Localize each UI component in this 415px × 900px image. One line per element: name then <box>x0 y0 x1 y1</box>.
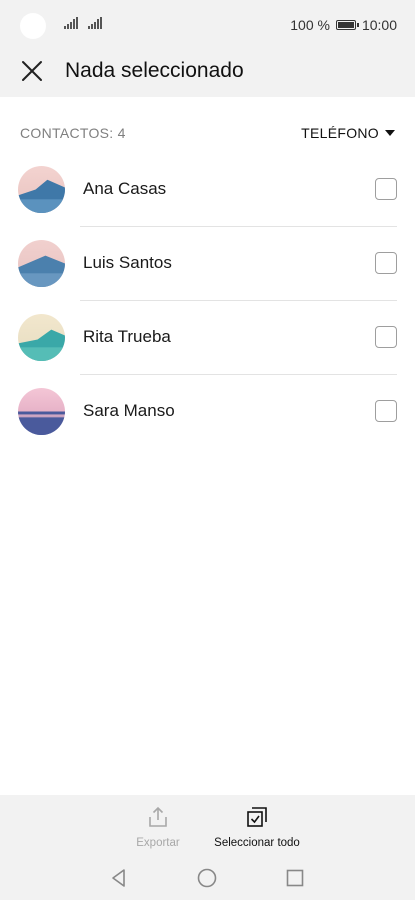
select-all-button[interactable]: Seleccionar todo <box>207 805 307 849</box>
contact-name: Sara Manso <box>83 401 175 420</box>
dropdown-arrow-icon <box>385 130 395 136</box>
battery-icon <box>335 20 359 30</box>
avatar <box>18 314 65 361</box>
avatar <box>18 240 65 287</box>
contact-name: Luis Santos <box>83 253 172 272</box>
filter-label: TELÉFONO <box>301 125 379 141</box>
back-triangle-icon[interactable] <box>108 867 130 889</box>
close-icon[interactable] <box>20 59 44 83</box>
home-circle-icon[interactable] <box>196 867 218 889</box>
avatar <box>18 388 65 435</box>
export-label: Exportar <box>136 837 180 849</box>
contact-row[interactable]: Sara Manso <box>0 375 415 449</box>
battery-percentage: 100 % <box>290 17 330 33</box>
contact-row[interactable]: Luis Santos <box>0 227 415 301</box>
status-notification-dot <box>20 13 46 39</box>
status-bar: 100 % 10:00 <box>0 0 415 50</box>
page-title: Nada seleccionado <box>65 59 244 82</box>
signal-icon-2 <box>88 17 102 29</box>
select-all-label: Seleccionar todo <box>214 837 300 849</box>
contact-name: Ana Casas <box>83 179 167 198</box>
contact-row[interactable]: Rita Trueba <box>0 301 415 375</box>
signal-icon <box>64 17 78 29</box>
bottom-bar: Exportar Seleccionar todo <box>0 795 415 900</box>
clock: 10:00 <box>361 17 397 33</box>
list-header: CONTACTOS: 4 TELÉFONO <box>0 97 415 157</box>
avatar <box>18 166 65 213</box>
recents-square-icon[interactable] <box>284 867 306 889</box>
contact-checkbox[interactable] <box>375 326 397 348</box>
select-all-icon <box>247 807 267 827</box>
contact-row[interactable]: Ana Casas <box>0 153 415 227</box>
contact-name: Rita Trueba <box>83 327 171 346</box>
export-icon <box>149 806 167 827</box>
app-bar: Nada seleccionado <box>0 50 415 97</box>
phone-filter-dropdown[interactable]: TELÉFONO <box>301 125 395 141</box>
status-right: 100 % 10:00 <box>290 17 397 33</box>
contact-checkbox[interactable] <box>375 400 397 422</box>
contact-checkbox[interactable] <box>375 252 397 274</box>
export-button[interactable]: Exportar <box>130 805 186 849</box>
contacts-count: CONTACTOS: 4 <box>20 125 126 141</box>
contacts-list: Ana Casas Luis Santos Rita Trueba Sara M… <box>0 153 415 449</box>
contact-checkbox[interactable] <box>375 178 397 200</box>
